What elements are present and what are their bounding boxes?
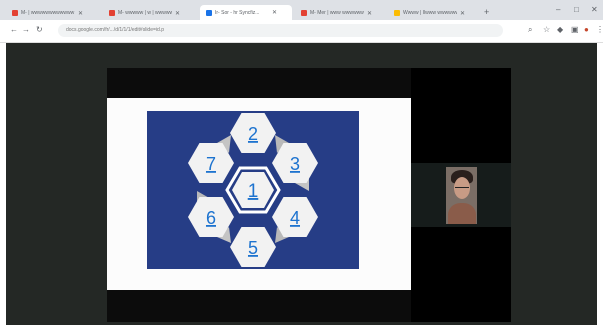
star-icon[interactable]: ☆ (543, 25, 550, 34)
close-icon[interactable]: ✕ (78, 10, 83, 17)
browser-tab-active[interactable]: Ir- Sor - hr Syncfiz... ✕ (200, 5, 292, 20)
profile-avatar-icon[interactable]: ● (584, 25, 589, 34)
search-icon[interactable]: ⌕ (528, 25, 532, 35)
maximize-icon[interactable]: □ (574, 5, 579, 14)
browser-tab-bar: M- | wwwwwwwwwwww | w | w w w ✕ M- wwwww… (0, 0, 603, 20)
window-close-icon[interactable]: ✕ (591, 5, 598, 14)
gmail-icon (301, 10, 307, 16)
extensions-puzzle-icon[interactable]: ▣ (571, 25, 579, 34)
tab-label: M- Mer | www wwwwwwwwwww (310, 10, 364, 16)
presentation-slide: 1 2 3 4 5 6 7 (107, 98, 411, 290)
close-icon[interactable]: ✕ (272, 9, 277, 16)
drive-icon (394, 10, 400, 16)
browser-tab-1[interactable]: M- | wwwwwwwwwwww | w | w w w ✕ (6, 6, 101, 20)
participant-glasses (455, 187, 469, 192)
browser-tab-2[interactable]: M- wwwww | w | wwwwwwwwww ✕ (103, 6, 198, 20)
slide-graphic-panel: 1 2 3 4 5 6 7 (147, 111, 359, 269)
tab-label: M- wwwww | w | wwwwwwwwww (118, 10, 172, 16)
address-bar[interactable]: docs.google.com/fr/.../d/1/1/1/edit#slid… (58, 24, 503, 37)
new-tab-icon[interactable]: + (484, 7, 489, 17)
browser-toolbar: ← → ↻ docs.google.com/fr/.../d/1/1/1/edi… (0, 20, 603, 43)
forward-icon[interactable]: → (22, 25, 30, 34)
close-icon[interactable]: ✕ (367, 10, 372, 17)
close-icon[interactable]: ✕ (460, 10, 465, 17)
meeting-stage: 1 2 3 4 5 6 7 (6, 43, 597, 325)
participant-strip (411, 163, 511, 227)
back-icon[interactable]: ← (10, 25, 18, 34)
extension-icon[interactable]: ◆ (557, 25, 563, 34)
tab-label: Wwww | Ilwww wwwwwww (403, 10, 457, 16)
hexagon-label-7[interactable]: 7 (206, 154, 216, 174)
hexagon-label-4[interactable]: 4 (290, 208, 300, 228)
browser-tab-4[interactable]: M- Mer | www wwwwwwwwwww ✕ (295, 6, 385, 20)
hexagon-label-1[interactable]: 1 (248, 181, 259, 202)
drive-icon (206, 9, 212, 16)
close-icon[interactable]: ✕ (175, 10, 180, 17)
browser-tab-5[interactable]: Wwww | Ilwww wwwwwww ✕ (388, 6, 480, 20)
hexagon-label-5[interactable]: 5 (248, 238, 258, 258)
hexagon-label-3[interactable]: 3 (290, 154, 300, 174)
tab-label: M- | wwwwwwwwwwww | w | w w w (21, 10, 75, 16)
participant-video-tile[interactable] (446, 167, 477, 224)
participant-video-column (411, 68, 511, 322)
participant-body (448, 203, 476, 224)
presentation-frame: 1 2 3 4 5 6 7 (107, 68, 411, 322)
gmail-icon (109, 10, 115, 16)
hexagon-label-6[interactable]: 6 (206, 208, 216, 228)
hexagon-label-2[interactable]: 2 (248, 124, 258, 144)
minimize-icon[interactable]: – (556, 5, 560, 14)
gmail-icon (12, 10, 18, 16)
menu-icon[interactable]: ⋮ (596, 25, 603, 34)
hexagon-diagram: 1 2 3 4 5 6 7 (188, 113, 318, 267)
reload-icon[interactable]: ↻ (36, 25, 43, 34)
tab-label: Ir- Sor - hr Syncfiz... (215, 9, 260, 16)
